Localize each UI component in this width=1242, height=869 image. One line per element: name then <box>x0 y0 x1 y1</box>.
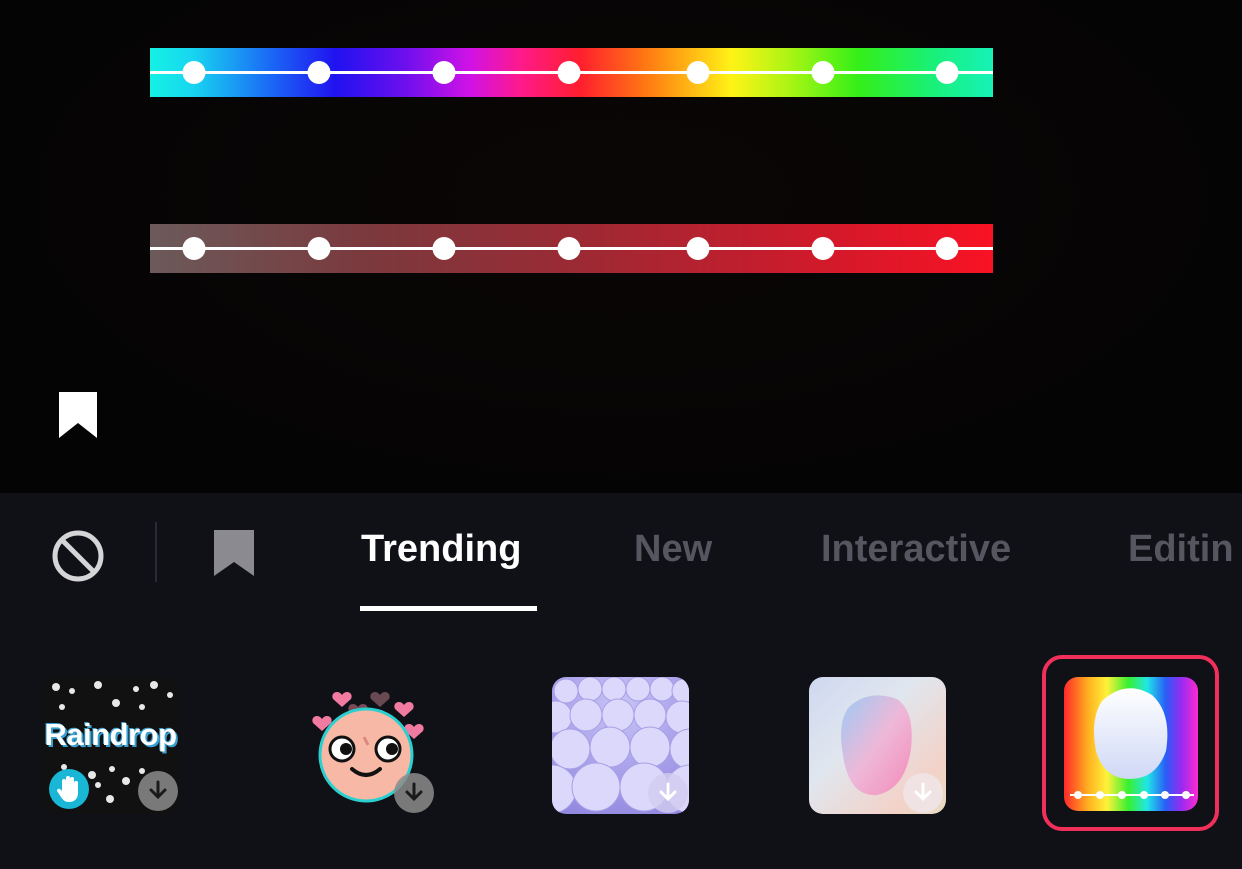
strip-light-dot <box>935 61 959 84</box>
download-icon <box>138 771 178 811</box>
strip-light-dot <box>182 237 206 260</box>
favorites-tab-bookmark-icon[interactable] <box>212 528 256 578</box>
strip-light-dot <box>557 61 581 84</box>
effect-rainbow-mirror[interactable] <box>1064 677 1198 811</box>
strip-light-dot <box>811 237 835 260</box>
effect-face-hearts[interactable] <box>302 677 439 814</box>
strip-light-dot <box>307 237 331 260</box>
tab-trending[interactable]: Trending <box>361 528 521 571</box>
camera-preview[interactable] <box>0 0 1242 493</box>
strip-light-dot <box>686 237 710 260</box>
strip-light-dot <box>432 61 456 84</box>
strip-light-dot <box>307 61 331 84</box>
rainbow-mirror-icon <box>1070 688 1194 799</box>
download-icon <box>903 773 943 813</box>
hand-icon <box>49 769 89 809</box>
strip-light-dot <box>182 61 206 84</box>
tab-divider <box>155 522 157 582</box>
no-effect-icon[interactable] <box>51 529 105 583</box>
tab-editing[interactable]: Editin <box>1128 528 1234 571</box>
raindrop-label: Raindrop <box>44 717 177 752</box>
effect-soft-gradient[interactable] <box>809 677 946 814</box>
strip-light-dot <box>557 237 581 260</box>
tab-new[interactable]: New <box>634 528 712 571</box>
bookmark-icon[interactable] <box>56 389 100 441</box>
tab-interactive[interactable]: Interactive <box>821 528 1011 571</box>
strip-light-dot <box>935 237 959 260</box>
download-icon <box>648 773 688 813</box>
download-icon <box>394 773 434 813</box>
strip-light-dot <box>432 237 456 260</box>
strip-light-dot <box>686 61 710 84</box>
strip-light-dot <box>811 61 835 84</box>
rainbow-light-strip <box>150 48 993 97</box>
red-light-strip <box>150 224 993 273</box>
effect-bubbles[interactable] <box>552 677 689 814</box>
active-tab-indicator <box>360 606 537 611</box>
